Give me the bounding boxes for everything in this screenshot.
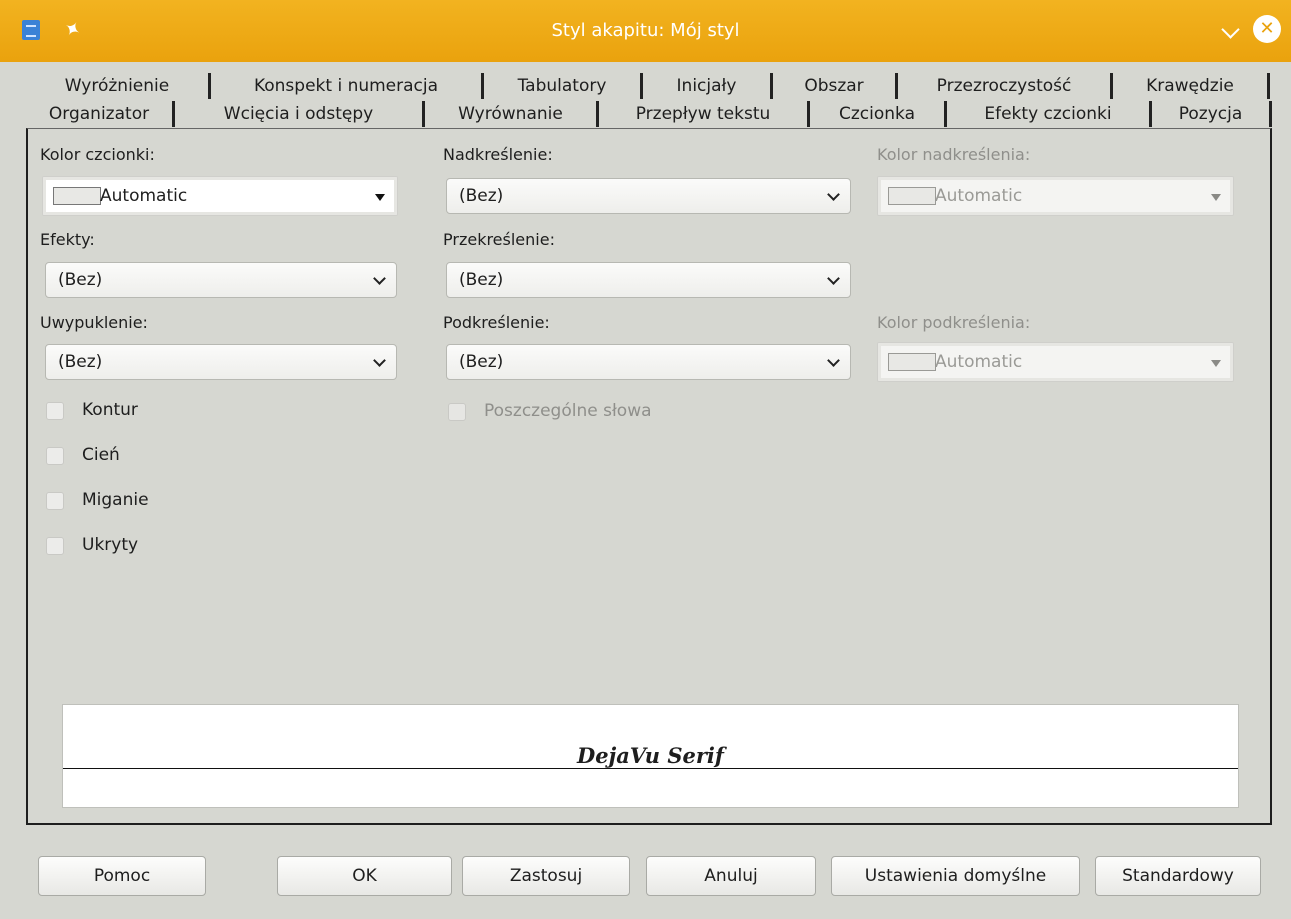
underline-color-value: Automatic	[935, 352, 1023, 372]
chevron-down-icon	[827, 354, 840, 367]
overline-color-value: Automatic	[935, 186, 1023, 206]
shadow-label: Cień	[82, 445, 120, 465]
tab-wciecia[interactable]: Wcięcia i odstępy	[175, 101, 425, 127]
dropdown-arrow-icon	[1211, 194, 1221, 201]
reset-defaults-button[interactable]: Ustawienia domyślne	[831, 856, 1080, 896]
blinking-checkbox[interactable]: Miganie	[46, 490, 246, 512]
outline-label: Kontur	[82, 400, 138, 420]
chevron-down-icon	[373, 354, 386, 367]
tab-tabulatory[interactable]: Tabulatory	[484, 73, 643, 99]
underline-label: Podkreślenie:	[443, 313, 550, 332]
font-preview: DejaVu Serif	[62, 704, 1239, 808]
tab-inicjaly[interactable]: Inicjały	[643, 73, 773, 99]
tab-krawedzie[interactable]: Krawędzie	[1113, 73, 1270, 99]
effects-value: (Bez)	[58, 270, 103, 290]
color-swatch	[888, 187, 936, 205]
underline-value: (Bez)	[459, 352, 504, 372]
window-title: Styl akapitu: Mój styl	[551, 20, 740, 41]
tab-efekty-czcionki[interactable]: Efekty czcionki	[947, 101, 1152, 127]
overline-color-label: Kolor nadkreślenia:	[877, 145, 1031, 164]
tab-pozycja[interactable]: Pozycja	[1152, 101, 1272, 127]
outline-checkbox[interactable]: Kontur	[46, 400, 246, 422]
tab-przezroczystosc[interactable]: Przezroczystość	[898, 73, 1113, 99]
chevron-down-icon	[827, 188, 840, 201]
font-color-label: Kolor czcionki:	[40, 145, 155, 164]
tab-wyroznienie[interactable]: Wyróżnienie	[26, 73, 211, 99]
tab-czcionka[interactable]: Czcionka	[810, 101, 947, 127]
checkbox-box[interactable]	[448, 403, 466, 421]
hidden-label: Ukryty	[82, 535, 139, 555]
checkbox-box[interactable]	[46, 447, 64, 465]
preview-baseline	[63, 768, 1238, 769]
strikethrough-dropdown[interactable]: (Bez)	[446, 262, 851, 298]
tab-row-1: Wyróżnienie Konspekt i numeracja Tabulat…	[26, 73, 1272, 99]
effects-label: Efekty:	[40, 230, 95, 249]
overline-dropdown[interactable]: (Bez)	[446, 178, 851, 214]
strikethrough-value: (Bez)	[459, 270, 504, 290]
color-swatch	[888, 353, 936, 371]
overline-value: (Bez)	[459, 186, 504, 206]
ok-button[interactable]: OK	[277, 856, 452, 896]
title-bar: ✦ Styl akapitu: Mój styl ✕	[0, 0, 1291, 62]
tab-konspekt[interactable]: Konspekt i numeracja	[211, 73, 484, 99]
font-color-value: Automatic	[100, 186, 188, 206]
standard-button[interactable]: Standardowy	[1095, 856, 1261, 896]
shadow-checkbox[interactable]: Cień	[46, 445, 246, 467]
checkbox-box[interactable]	[46, 402, 64, 420]
preview-text: DejaVu Serif	[63, 743, 1238, 768]
chevron-down-icon	[827, 272, 840, 285]
overline-color-dropdown[interactable]: Automatic	[877, 176, 1234, 216]
relief-value: (Bez)	[58, 352, 103, 372]
blinking-label: Miganie	[82, 490, 149, 510]
underline-color-label: Kolor podkreślenia:	[877, 313, 1031, 332]
font-color-dropdown[interactable]: Automatic	[42, 176, 398, 216]
individual-words-label: Poszczególne słowa	[484, 401, 652, 421]
effects-dropdown[interactable]: (Bez)	[45, 262, 397, 298]
checkbox-box[interactable]	[46, 492, 64, 510]
preview-text-value: DejaVu Serif	[575, 743, 726, 768]
underline-color-dropdown[interactable]: Automatic	[877, 342, 1234, 382]
relief-label: Uwypuklenie:	[40, 313, 148, 332]
chevron-down-icon	[373, 272, 386, 285]
tab-przeplyw[interactable]: Przepływ tekstu	[599, 101, 810, 127]
hidden-checkbox[interactable]: Ukryty	[46, 535, 246, 557]
tab-row-2: Organizator Wcięcia i odstępy Wyrównanie…	[26, 101, 1272, 127]
help-button[interactable]: Pomoc	[38, 856, 206, 896]
apply-button[interactable]: Zastosuj	[462, 856, 630, 896]
dropdown-arrow-icon	[375, 194, 385, 201]
tab-organizator[interactable]: Organizator	[26, 101, 175, 127]
color-swatch	[53, 187, 101, 205]
cancel-button[interactable]: Anuluj	[646, 856, 816, 896]
checkbox-box[interactable]	[46, 537, 64, 555]
tab-wyrownanie[interactable]: Wyrównanie	[425, 101, 599, 127]
individual-words-checkbox[interactable]: Poszczególne słowa	[448, 401, 748, 423]
overline-label: Nadkreślenie:	[443, 145, 553, 164]
underline-dropdown[interactable]: (Bez)	[446, 344, 851, 380]
dropdown-arrow-icon	[1211, 360, 1221, 367]
close-icon[interactable]: ✕	[1253, 15, 1281, 43]
strikethrough-label: Przekreślenie:	[443, 230, 555, 249]
relief-dropdown[interactable]: (Bez)	[45, 344, 397, 380]
tab-obszar[interactable]: Obszar	[773, 73, 898, 99]
